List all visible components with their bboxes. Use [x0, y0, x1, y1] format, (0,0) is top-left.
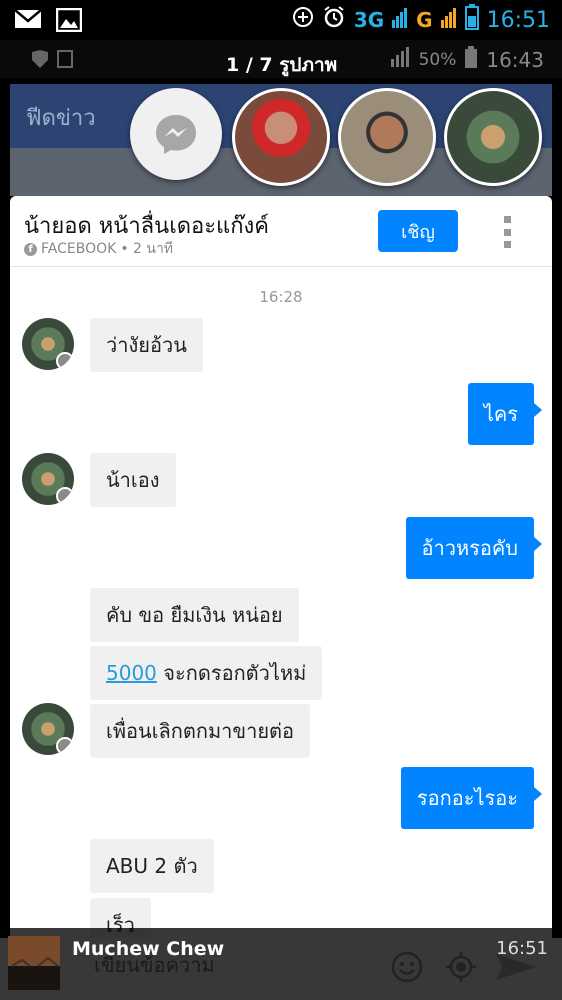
photo-counter: 1 / 7 รูปภาพ	[226, 54, 338, 76]
facebook-header-title: ฟีดข่าว	[26, 106, 96, 131]
contact-avatar	[22, 453, 74, 505]
incoming-message[interactable]: น้าเอง	[90, 453, 176, 507]
facebook-badge-icon	[56, 352, 74, 370]
message-link[interactable]: 5000	[106, 661, 157, 685]
network-type-label-2: G	[416, 8, 433, 32]
notification-time: 16:51	[496, 938, 548, 959]
incoming-message[interactable]: คับ ขอ ยืมเงิน หน่อย	[90, 588, 299, 642]
status-bar: 3G G 16:51	[0, 0, 562, 40]
outgoing-message[interactable]: รอกอะไรอะ	[400, 767, 543, 829]
battery-icon	[464, 4, 479, 36]
invite-button[interactable]: เชิญ	[378, 210, 458, 252]
chat-head-avatar-2[interactable]	[338, 88, 436, 186]
chat-time-ago: • 2 นาที	[120, 241, 174, 257]
messenger-icon	[156, 115, 196, 154]
facebook-icon: f	[24, 242, 37, 256]
notification-sender: Muchew Chew	[72, 938, 225, 960]
inner-status-icons	[30, 48, 80, 74]
signal-icon-2	[440, 6, 457, 34]
inner-signal-icon	[389, 47, 411, 72]
inner-battery-label: 50%	[418, 49, 457, 70]
inner-battery-icon	[464, 46, 478, 73]
notification-thumbnail	[8, 936, 60, 990]
alarm-icon	[322, 5, 346, 35]
messenger-chat-head[interactable]	[130, 88, 222, 180]
incoming-message[interactable]: ว่างัยอ้วน	[90, 318, 203, 372]
facebook-badge-icon	[56, 487, 74, 505]
chat-header: น้ายอด หน้าลื่นเดอะแก๊งค์ f FACEBOOK • 2…	[10, 196, 552, 267]
contact-avatar	[22, 703, 74, 755]
status-time: 16:51	[486, 7, 550, 33]
chat-timestamp: 16:28	[259, 288, 303, 306]
data-sync-icon	[292, 6, 314, 34]
inner-time: 16:43	[486, 47, 544, 72]
incoming-message[interactable]: 5000 จะกดรอกตัวไหม่	[90, 646, 323, 700]
outgoing-message[interactable]: ไคร	[467, 383, 543, 445]
message-text: จะกดรอกตัวไหม่	[156, 661, 307, 685]
chat-window: น้ายอด หน้าลื่นเดอะแก๊งค์ f FACEBOOK • 2…	[10, 196, 552, 1000]
chat-meta: f FACEBOOK • 2 นาที	[24, 238, 173, 260]
contact-avatar	[22, 318, 74, 370]
network-type-label: 3G	[353, 8, 385, 32]
chat-source: FACEBOOK	[41, 241, 117, 257]
outgoing-message[interactable]: อ้าวหรอคับ	[405, 517, 543, 579]
photo-viewer-bar: 1 / 7 รูปภาพ 50% 16:43	[0, 40, 562, 78]
chat-head-avatar-3[interactable]	[444, 88, 542, 186]
facebook-badge-icon	[56, 737, 74, 755]
signal-icon	[392, 6, 408, 34]
gallery-icon	[55, 7, 83, 36]
more-options-icon[interactable]	[504, 216, 512, 248]
incoming-message[interactable]: เพื่อนเลิกตกมาขายต่อ	[90, 704, 311, 758]
mail-icon	[14, 8, 42, 36]
notification-banner[interactable]: Muchew Chew 16:51	[0, 928, 562, 1000]
chat-head-avatar-1[interactable]	[232, 88, 330, 186]
incoming-message[interactable]: ABU 2 ตัว	[90, 839, 214, 893]
